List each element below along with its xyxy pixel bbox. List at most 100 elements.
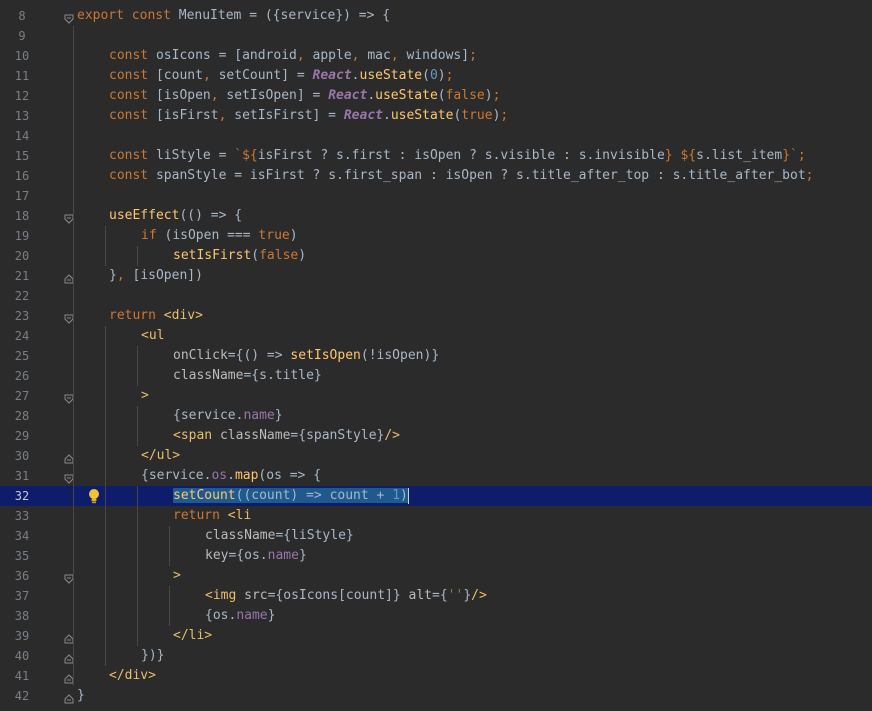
code-line-41[interactable]: 41 </div>: [0, 666, 872, 686]
code-text[interactable]: <ul: [141, 326, 164, 346]
code-line-9[interactable]: 9: [0, 26, 872, 46]
line-number[interactable]: 9: [0, 26, 44, 46]
line-number[interactable]: 16: [0, 166, 44, 186]
line-number[interactable]: 12: [0, 86, 44, 106]
code-line-38[interactable]: 38 {os.name}: [0, 606, 872, 626]
line-number[interactable]: 18: [0, 206, 44, 226]
line-number[interactable]: 23: [0, 306, 44, 326]
code-text[interactable]: {os.name}: [205, 606, 275, 626]
line-number[interactable]: 42: [0, 686, 44, 706]
code-text[interactable]: const [isOpen, setIsOpen] = React.useSta…: [109, 86, 500, 106]
code-text[interactable]: const liStyle = `${isFirst ? s.first : i…: [109, 146, 806, 166]
code-line-23[interactable]: 23 return <div>: [0, 306, 872, 326]
code-line-25[interactable]: 25 onClick={() => setIsOpen(!isOpen)}: [0, 346, 872, 366]
code-text[interactable]: </ul>: [141, 446, 180, 466]
code-text[interactable]: </li>: [173, 626, 212, 646]
line-number[interactable]: 32: [0, 486, 44, 506]
line-number[interactable]: 34: [0, 526, 44, 546]
code-line-34[interactable]: 34 className={liStyle}: [0, 526, 872, 546]
fold-close-icon[interactable]: [64, 691, 74, 704]
line-number[interactable]: 24: [0, 326, 44, 346]
code-text[interactable]: return <li: [173, 506, 251, 526]
code-line-37[interactable]: 37 <img src={osIcons[count]} alt={''}/>: [0, 586, 872, 606]
code-line-20[interactable]: 20 setIsFirst(false): [0, 246, 872, 266]
code-text[interactable]: </div>: [109, 666, 156, 686]
code-line-35[interactable]: 35 key={os.name}: [0, 546, 872, 566]
line-number[interactable]: 36: [0, 566, 44, 586]
line-number[interactable]: 22: [0, 286, 44, 306]
code-line-42[interactable]: 42}: [0, 686, 872, 706]
code-text[interactable]: if (isOpen === true): [141, 226, 298, 246]
code-line-22[interactable]: 22: [0, 286, 872, 306]
code-line-26[interactable]: 26 className={s.title}: [0, 366, 872, 386]
line-number[interactable]: 40: [0, 646, 44, 666]
line-number[interactable]: 17: [0, 186, 44, 206]
code-line-10[interactable]: 10 const osIcons = [android, apple, mac, …: [0, 46, 872, 66]
line-number[interactable]: 10: [0, 46, 44, 66]
code-line-39[interactable]: 39 </li>: [0, 626, 872, 646]
code-line-11[interactable]: 11 const [count, setCount] = React.useSta…: [0, 66, 872, 86]
code-text[interactable]: <img src={osIcons[count]} alt={''}/>: [205, 586, 487, 606]
line-number[interactable]: 11: [0, 66, 44, 86]
code-line-19[interactable]: 19 if (isOpen === true): [0, 226, 872, 246]
code-text[interactable]: key={os.name}: [205, 546, 307, 566]
code-text[interactable]: <span className={spanStyle}/>: [173, 426, 400, 446]
code-line-12[interactable]: 12 const [isOpen, setIsOpen] = React.useS…: [0, 86, 872, 106]
line-number[interactable]: 41: [0, 666, 44, 686]
line-number[interactable]: 27: [0, 386, 44, 406]
code-line-21[interactable]: 21 }, [isOpen]): [0, 266, 872, 286]
code-line-18[interactable]: 18 useEffect(() => {: [0, 206, 872, 226]
line-number[interactable]: 35: [0, 546, 44, 566]
code-text[interactable]: }, [isOpen]): [109, 266, 203, 286]
line-number[interactable]: 26: [0, 366, 44, 386]
line-number[interactable]: 8: [0, 6, 44, 26]
line-number[interactable]: 39: [0, 626, 44, 646]
code-line-31[interactable]: 31 {service.os.map(os => {: [0, 466, 872, 486]
line-number[interactable]: 29: [0, 426, 44, 446]
line-number[interactable]: 14: [0, 126, 44, 146]
code-text[interactable]: }: [77, 686, 85, 706]
text-selection[interactable]: setCount((count) => count + 1): [173, 488, 408, 503]
code-text[interactable]: const [isFirst, setIsFirst] = React.useS…: [109, 106, 508, 126]
line-number[interactable]: 21: [0, 266, 44, 286]
line-number[interactable]: 33: [0, 506, 44, 526]
code-line-36[interactable]: 36 >: [0, 566, 872, 586]
code-text[interactable]: >: [141, 386, 149, 406]
code-line-32[interactable]: 32 setCount((count) => count + 1): [0, 486, 872, 506]
line-number[interactable]: 19: [0, 226, 44, 246]
code-text[interactable]: setIsFirst(false): [173, 246, 306, 266]
lightbulb-icon[interactable]: [86, 488, 102, 504]
code-text[interactable]: export const MenuItem = ({service}) => {: [77, 6, 390, 26]
code-line-15[interactable]: 15 const liStyle = `${isFirst ? s.first :…: [0, 146, 872, 166]
code-text[interactable]: const [count, setCount] = React.useState…: [109, 66, 453, 86]
line-number[interactable]: 25: [0, 346, 44, 366]
line-number[interactable]: 30: [0, 446, 44, 466]
code-line-40[interactable]: 40})}: [0, 646, 872, 666]
line-number[interactable]: 37: [0, 586, 44, 606]
code-text[interactable]: useEffect(() => {: [109, 206, 242, 226]
code-text[interactable]: const osIcons = [android, apple, mac, wi…: [109, 46, 477, 66]
line-number[interactable]: 28: [0, 406, 44, 426]
line-number[interactable]: 31: [0, 466, 44, 486]
code-line-16[interactable]: 16 const spanStyle = isFirst ? s.first_sp…: [0, 166, 872, 186]
code-text[interactable]: {service.os.map(os => {: [141, 466, 321, 486]
code-line-24[interactable]: 24 <ul: [0, 326, 872, 346]
code-text[interactable]: onClick={() => setIsOpen(!isOpen)}: [173, 346, 439, 366]
line-number[interactable]: 38: [0, 606, 44, 626]
code-text[interactable]: className={liStyle}: [205, 526, 354, 546]
line-number[interactable]: 15: [0, 146, 44, 166]
code-text[interactable]: setCount((count) => count + 1): [173, 486, 409, 506]
fold-open-icon[interactable]: [64, 11, 74, 24]
code-text[interactable]: {service.name}: [173, 406, 283, 426]
code-line-30[interactable]: 30 </ul>: [0, 446, 872, 466]
code-line-14[interactable]: 14: [0, 126, 872, 146]
code-text[interactable]: const spanStyle = isFirst ? s.first_span…: [109, 166, 813, 186]
code-line-17[interactable]: 17: [0, 186, 872, 206]
code-line-29[interactable]: 29 <span className={spanStyle}/>: [0, 426, 872, 446]
line-number[interactable]: 20: [0, 246, 44, 266]
code-text[interactable]: className={s.title}: [173, 366, 322, 386]
code-text[interactable]: >: [173, 566, 181, 586]
code-text[interactable]: return <div>: [109, 306, 203, 326]
line-number[interactable]: 13: [0, 106, 44, 126]
code-line-27[interactable]: 27 >: [0, 386, 872, 406]
